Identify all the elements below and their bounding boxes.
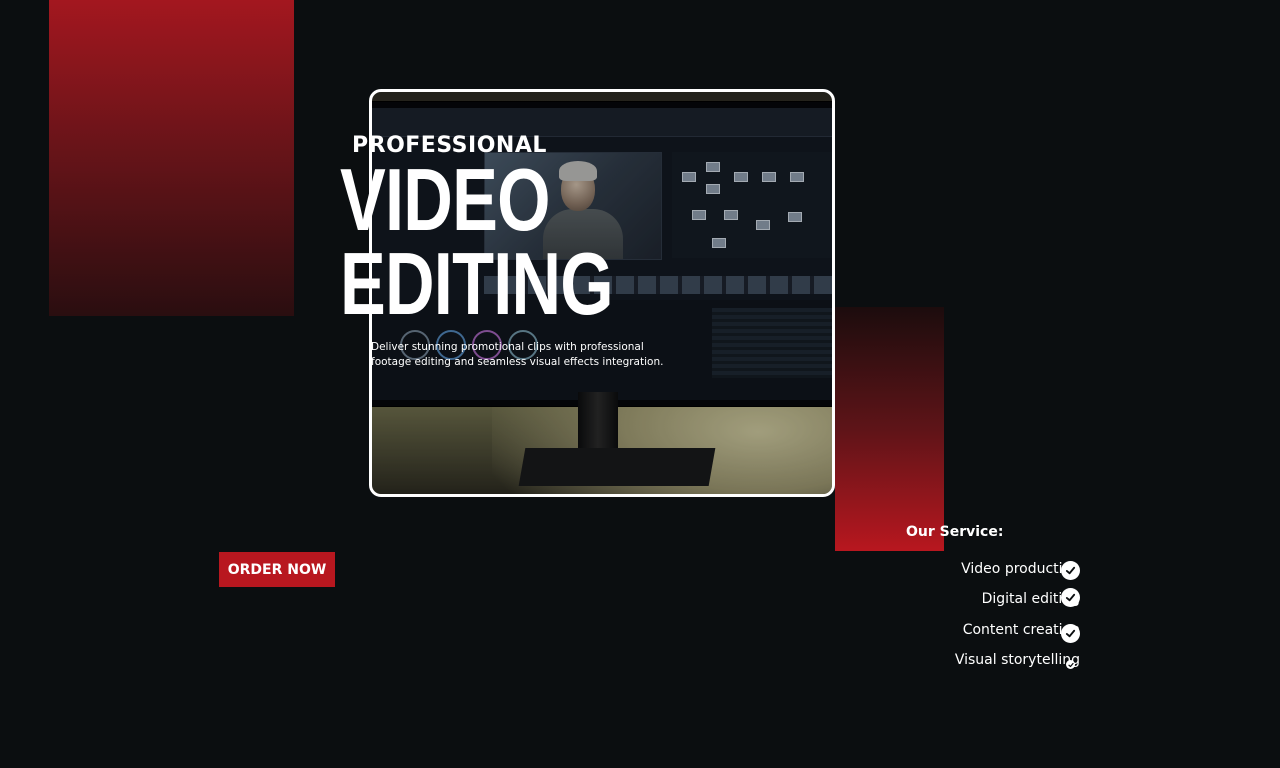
order-now-button[interactable]: ORDER NOW xyxy=(219,552,335,587)
service-label: Visual storytelling xyxy=(954,652,1080,668)
headline-title: VIDEO EDITING xyxy=(340,156,614,328)
promo-banner: PROFESSIONAL VIDEO EDITING Deliver stunn… xyxy=(0,0,1280,768)
service-item: Visual storytelling xyxy=(880,652,1080,668)
check-icon xyxy=(1061,561,1080,580)
decorative-red-block-right xyxy=(835,307,944,551)
service-label: Digital editing xyxy=(981,591,1080,607)
decorative-red-block-left xyxy=(49,0,294,316)
service-item: Digital editing xyxy=(880,591,1080,607)
service-label: Video production xyxy=(961,561,1080,577)
services-title: Our Service: xyxy=(906,524,1004,540)
service-label: Content creation xyxy=(962,622,1080,638)
headline-title-line2: EDITING xyxy=(340,234,614,333)
hero-description: Deliver stunning promotional clips with … xyxy=(371,341,664,368)
check-icon xyxy=(1061,588,1080,607)
service-item: Content creation xyxy=(880,622,1080,638)
service-item: Video production xyxy=(880,561,1080,577)
check-icon xyxy=(1061,624,1080,643)
check-icon xyxy=(1066,660,1075,669)
